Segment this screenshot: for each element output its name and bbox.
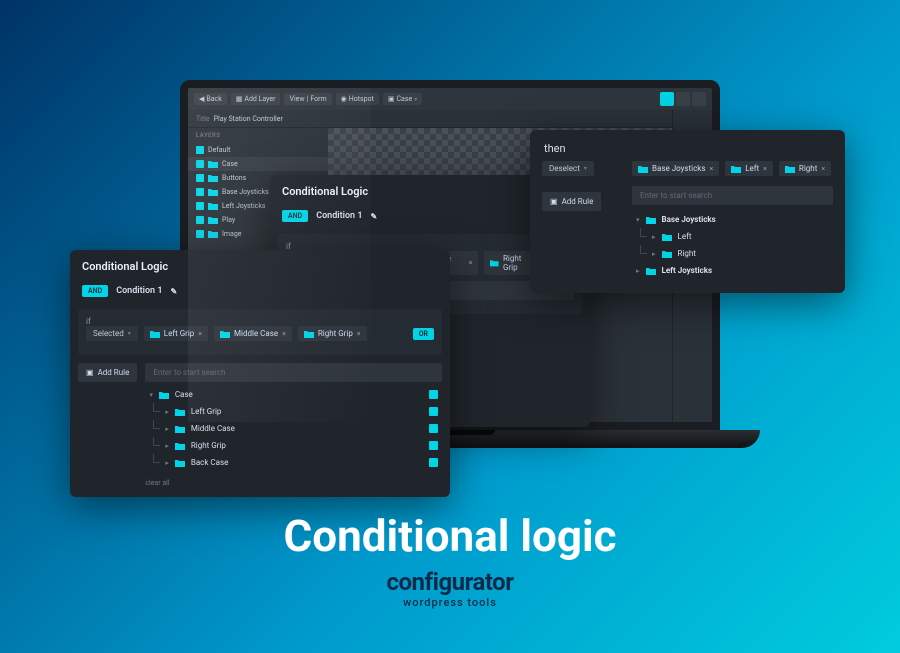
- edit-icon[interactable]: ✎: [170, 287, 177, 296]
- top-toolbar: ◀ Back ▦ Add Layer View | Form ◉ Hotspot…: [188, 88, 712, 110]
- search-input[interactable]: Enter to start search: [145, 363, 442, 382]
- selected-dropdown[interactable]: Selected▾: [86, 326, 138, 341]
- tree-row[interactable]: ▾Case: [145, 386, 442, 403]
- layer-tree: ▾Base Joysticks ▸Left ▸Right ▸Left Joyst…: [632, 211, 833, 279]
- add-layer-button[interactable]: ▦ Add Layer: [231, 93, 281, 105]
- check-icon[interactable]: [429, 407, 438, 416]
- tool-active-icon[interactable]: [660, 92, 674, 106]
- and-badge[interactable]: AND: [282, 210, 308, 222]
- then-label: then: [530, 130, 845, 161]
- check-icon[interactable]: [429, 390, 438, 399]
- tree-row[interactable]: ▸Right Grip: [145, 437, 442, 454]
- layer-tag[interactable]: Base Joysticks×: [632, 161, 719, 176]
- if-label: if: [86, 317, 434, 326]
- project-title: Play Station Controller: [214, 115, 283, 123]
- tree-row[interactable]: ▸Left: [632, 228, 833, 245]
- deselect-dropdown[interactable]: Deselect▾: [542, 161, 594, 176]
- layer-tag[interactable]: Left Grip×: [144, 326, 208, 341]
- tree-row[interactable]: ▸Middle Case: [145, 420, 442, 437]
- layer-row[interactable]: Case: [188, 157, 328, 171]
- brand-subtitle: wordpress tools: [0, 596, 900, 609]
- title-bar: Title Play Station Controller: [188, 110, 712, 128]
- check-icon[interactable]: [429, 424, 438, 433]
- check-icon[interactable]: [429, 458, 438, 467]
- tree-row[interactable]: ▸Right: [632, 245, 833, 262]
- layer-tag[interactable]: Middle Case×: [214, 326, 292, 341]
- view-toggle[interactable]: View | Form: [284, 93, 331, 105]
- back-button[interactable]: ◀ Back: [194, 93, 227, 105]
- hero-title: Conditional logic: [0, 510, 900, 562]
- panel-title: Conditional Logic: [70, 250, 450, 281]
- and-badge[interactable]: AND: [82, 285, 108, 297]
- tool-icon[interactable]: [676, 92, 690, 106]
- condition-name: Condition 1: [316, 211, 362, 221]
- search-input[interactable]: Enter to start search: [632, 186, 833, 205]
- add-rule-button[interactable]: ▣ Add Rule: [78, 363, 137, 382]
- brand-logo: configurator wordpress tools: [0, 568, 900, 609]
- layers-heading: LAYERS: [188, 128, 328, 143]
- add-rule-button[interactable]: ▣ Add Rule: [542, 192, 601, 211]
- case-dropdown[interactable]: ▣ Case ▾: [383, 93, 422, 105]
- tree-row[interactable]: ▸Left Grip: [145, 403, 442, 420]
- layer-tree: ▾Case ▸Left Grip ▸Middle Case ▸Right Gri…: [145, 386, 442, 471]
- then-panel: then Deselect▾ ▣ Add Rule Base Joysticks…: [530, 130, 845, 293]
- edit-icon[interactable]: ✎: [370, 212, 377, 221]
- hotspot-button[interactable]: ◉ Hotspot: [336, 93, 379, 105]
- hero-text: Conditional logic configurator wordpress…: [0, 510, 900, 609]
- or-badge[interactable]: OR: [413, 328, 434, 340]
- tree-row[interactable]: ▸Left Joysticks: [632, 262, 833, 279]
- tool-icon[interactable]: [692, 92, 706, 106]
- layer-tag[interactable]: Right Grip×: [298, 326, 367, 341]
- rule-box: if Selected▾ Left Grip× Middle Case× Rig…: [78, 309, 442, 355]
- condition-name: Condition 1: [116, 286, 162, 296]
- conditional-logic-panel-front: Conditional Logic AND Condition 1 ✎ if S…: [70, 250, 450, 497]
- tree-row[interactable]: ▾Base Joysticks: [632, 211, 833, 228]
- clear-all-link[interactable]: clear all: [145, 475, 442, 497]
- layer-tag[interactable]: Right×: [779, 161, 831, 176]
- check-icon[interactable]: [429, 441, 438, 450]
- layer-row[interactable]: Default: [188, 143, 328, 157]
- title-label: Title: [196, 115, 210, 123]
- tree-row[interactable]: ▸Back Case: [145, 454, 442, 471]
- layer-tag[interactable]: Left×: [725, 161, 773, 176]
